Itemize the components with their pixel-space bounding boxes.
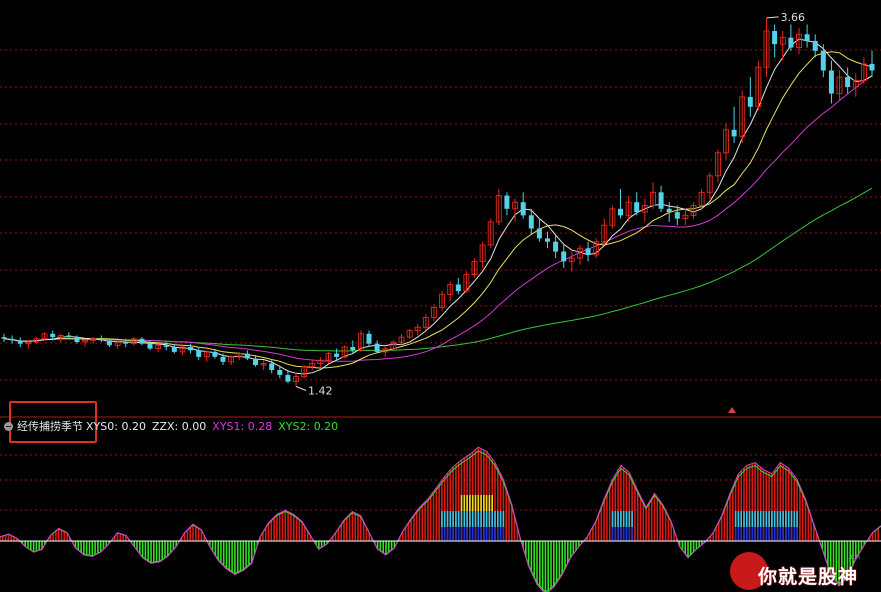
candle-down bbox=[196, 350, 202, 357]
candle-down bbox=[147, 343, 153, 349]
moving-average-lines bbox=[3, 38, 873, 375]
candle-down bbox=[634, 202, 640, 213]
candle-down bbox=[812, 40, 818, 51]
watermark-text: 你就是股神 bbox=[758, 566, 859, 588]
candlestick-series bbox=[1, 17, 875, 387]
candle-down bbox=[106, 340, 112, 346]
legend-xys1-value: 0.28 bbox=[247, 419, 273, 433]
stock-chart: 3.66 1.42 bbox=[0, 11, 881, 592]
watermark-domain: .cn bbox=[848, 552, 861, 561]
legend-zzx-label: ZZX: bbox=[151, 419, 179, 433]
candle-down bbox=[366, 333, 372, 344]
legend-zzx-value: 0.00 bbox=[181, 419, 207, 433]
candle-down bbox=[545, 238, 550, 242]
site-watermark: 你就是股神 .cn bbox=[730, 548, 880, 592]
min-price-pointer bbox=[295, 386, 307, 391]
candle-down bbox=[666, 208, 672, 213]
candle-down bbox=[50, 333, 56, 338]
candle-down bbox=[804, 34, 810, 41]
candle-down bbox=[520, 202, 526, 216]
candle-down bbox=[553, 241, 559, 252]
candle-down bbox=[244, 353, 250, 359]
candle-down bbox=[139, 338, 145, 344]
legend-xys0-label: XYS0: bbox=[86, 419, 118, 433]
candle-down bbox=[17, 340, 23, 344]
candle-down bbox=[277, 370, 283, 375]
candle-down bbox=[828, 70, 834, 94]
candle-down bbox=[269, 363, 275, 370]
candle-down bbox=[374, 343, 380, 352]
candle-down bbox=[618, 208, 623, 216]
candle-down bbox=[334, 353, 340, 357]
candle-down bbox=[188, 347, 194, 351]
candle-down bbox=[788, 37, 794, 48]
max-price-label: 3.66 bbox=[781, 11, 806, 24]
candle-down bbox=[772, 31, 778, 45]
candle-down bbox=[455, 284, 461, 292]
candle-down bbox=[561, 251, 567, 262]
candle-down bbox=[9, 338, 15, 341]
candle-down bbox=[845, 77, 851, 87]
price-extreme-labels: 3.66 1.42 bbox=[295, 11, 806, 413]
candle-down bbox=[123, 342, 129, 344]
legend-xys2-label: XYS2: bbox=[278, 419, 311, 433]
legend-xys1-label: XYS1: bbox=[212, 419, 245, 433]
ma5-line bbox=[3, 38, 873, 375]
candle-down bbox=[658, 192, 664, 209]
candle-down bbox=[163, 345, 169, 347]
candle-down bbox=[74, 337, 80, 342]
indicator-name: 经传捕捞季节 bbox=[17, 420, 83, 433]
candle-down bbox=[171, 347, 177, 352]
candle-down bbox=[350, 347, 356, 351]
min-price-label: 1.42 bbox=[308, 384, 333, 397]
legend-xys1: XYS1: 0.28 bbox=[212, 420, 272, 433]
candle-down bbox=[869, 63, 875, 71]
candle-down bbox=[820, 50, 826, 71]
legend-xys0: XYS0: 0.20 bbox=[86, 420, 146, 433]
legend-xys0-value: 0.20 bbox=[121, 419, 146, 433]
candle-down bbox=[747, 96, 753, 107]
candle-down bbox=[585, 248, 591, 255]
candle-down bbox=[674, 212, 680, 219]
candle-down bbox=[528, 215, 534, 229]
candle-down bbox=[504, 195, 510, 209]
candle-down bbox=[731, 129, 737, 137]
candle-down bbox=[66, 335, 72, 338]
candle-down bbox=[536, 228, 542, 239]
legend-xys2: XYS2: 0.20 bbox=[278, 420, 338, 433]
legend-xys2-value: 0.20 bbox=[313, 419, 339, 433]
candle-down bbox=[285, 375, 291, 382]
indicator-legend: 经传捕捞季节 XYS0: 0.20 ZZX: 0.00 XYS1: 0.28 X… bbox=[4, 417, 344, 435]
candle-down bbox=[1, 337, 7, 339]
candle-down bbox=[98, 338, 104, 341]
signal-marker-icon bbox=[728, 407, 736, 413]
candle-down bbox=[212, 351, 218, 357]
candle-down bbox=[253, 358, 258, 366]
legend-zzx: ZZX: 0.00 bbox=[152, 420, 206, 433]
max-price-pointer bbox=[766, 16, 779, 19]
grid-lines bbox=[0, 49, 881, 511]
candle-down bbox=[220, 356, 226, 362]
collapse-icon[interactable] bbox=[4, 421, 13, 431]
